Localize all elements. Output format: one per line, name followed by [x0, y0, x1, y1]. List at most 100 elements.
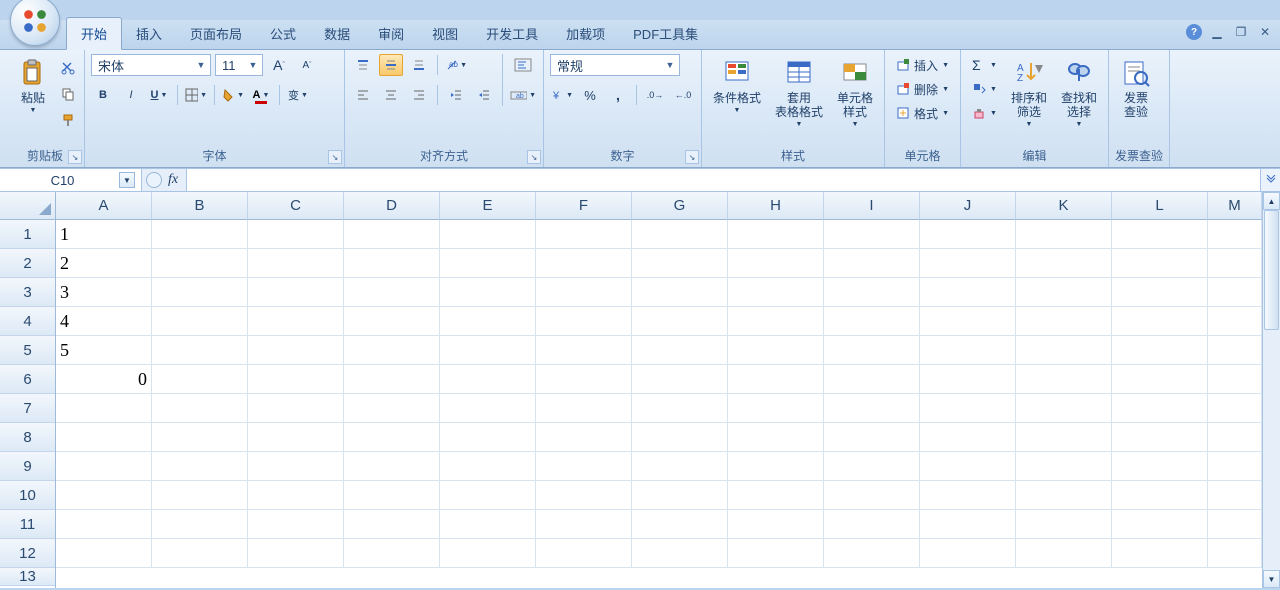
cell[interactable]: [1208, 510, 1262, 539]
cancel-formula-button[interactable]: [146, 172, 162, 188]
cell[interactable]: [248, 278, 344, 307]
cell[interactable]: [1112, 278, 1208, 307]
cell[interactable]: [632, 249, 728, 278]
scroll-down-button[interactable]: ▼: [1263, 570, 1280, 588]
cell[interactable]: [632, 307, 728, 336]
align-center-button[interactable]: [379, 84, 403, 106]
cell[interactable]: [440, 307, 536, 336]
cell[interactable]: [728, 394, 824, 423]
cell[interactable]: [1208, 394, 1262, 423]
cell[interactable]: [56, 539, 152, 568]
cell[interactable]: [920, 336, 1016, 365]
cell[interactable]: [344, 220, 440, 249]
cell[interactable]: [248, 481, 344, 510]
col-header[interactable]: L: [1112, 192, 1208, 220]
cell[interactable]: [248, 249, 344, 278]
cell[interactable]: [1016, 423, 1112, 452]
col-header[interactable]: E: [440, 192, 536, 220]
cell[interactable]: [344, 423, 440, 452]
cell[interactable]: [56, 510, 152, 539]
increase-decimal-button[interactable]: .0→: [643, 84, 667, 106]
cell[interactable]: [56, 452, 152, 481]
cell[interactable]: [632, 452, 728, 481]
scroll-thumb[interactable]: [1264, 210, 1279, 330]
cell[interactable]: [248, 220, 344, 249]
cell[interactable]: [824, 539, 920, 568]
tab-insert[interactable]: 插入: [122, 18, 176, 49]
row-header[interactable]: 2: [0, 249, 55, 278]
cell[interactable]: [1112, 510, 1208, 539]
cell[interactable]: [632, 394, 728, 423]
cell[interactable]: [536, 220, 632, 249]
cell[interactable]: [536, 278, 632, 307]
row-header[interactable]: 4: [0, 307, 55, 336]
cell[interactable]: [440, 423, 536, 452]
cell[interactable]: [824, 423, 920, 452]
tab-addins[interactable]: 加载项: [552, 18, 619, 49]
insert-cells-button[interactable]: 插入▼: [891, 54, 954, 76]
cell[interactable]: [152, 307, 248, 336]
cut-button[interactable]: [58, 58, 78, 78]
cell[interactable]: [920, 394, 1016, 423]
row-header[interactable]: 1: [0, 220, 55, 249]
cell[interactable]: [728, 336, 824, 365]
cell[interactable]: [1016, 510, 1112, 539]
bold-button[interactable]: B: [91, 84, 115, 106]
cell[interactable]: [728, 510, 824, 539]
cell[interactable]: [152, 539, 248, 568]
row-header[interactable]: 11: [0, 510, 55, 539]
copy-button[interactable]: [58, 84, 78, 104]
cell[interactable]: [1112, 249, 1208, 278]
cell[interactable]: [1208, 365, 1262, 394]
cell[interactable]: [728, 423, 824, 452]
cell[interactable]: [1016, 394, 1112, 423]
close-window-button[interactable]: ✕: [1256, 24, 1274, 40]
cell[interactable]: [920, 452, 1016, 481]
cell[interactable]: [728, 220, 824, 249]
cell[interactable]: [152, 336, 248, 365]
decrease-indent-button[interactable]: [444, 84, 468, 106]
cell[interactable]: [824, 481, 920, 510]
cell[interactable]: [632, 423, 728, 452]
tab-home[interactable]: 开始: [66, 17, 122, 50]
decrease-decimal-button[interactable]: ←.0: [671, 84, 695, 106]
cell[interactable]: [536, 510, 632, 539]
formula-input[interactable]: [186, 169, 1260, 191]
cell[interactable]: [920, 481, 1016, 510]
tab-developer[interactable]: 开发工具: [472, 18, 552, 49]
cell[interactable]: 5: [56, 336, 152, 365]
cell[interactable]: [1112, 423, 1208, 452]
cell[interactable]: [344, 510, 440, 539]
font-dialog-launcher[interactable]: ↘: [328, 150, 342, 164]
number-format-combo[interactable]: 常规▼: [550, 54, 680, 76]
cell[interactable]: [440, 278, 536, 307]
cell[interactable]: [728, 365, 824, 394]
cell[interactable]: [632, 278, 728, 307]
cell[interactable]: [824, 336, 920, 365]
cell[interactable]: [1208, 423, 1262, 452]
cell[interactable]: [1016, 278, 1112, 307]
cell[interactable]: [1112, 481, 1208, 510]
paste-button[interactable]: 粘贴 ▼: [12, 54, 54, 117]
clear-button[interactable]: ▼: [967, 102, 1002, 124]
wrap-text-button[interactable]: [509, 54, 537, 76]
cell[interactable]: [920, 307, 1016, 336]
align-top-button[interactable]: [351, 54, 375, 76]
cell[interactable]: [728, 278, 824, 307]
cell[interactable]: [248, 452, 344, 481]
cell[interactable]: [248, 365, 344, 394]
cell[interactable]: [1208, 220, 1262, 249]
font-color-button[interactable]: A▼: [249, 84, 273, 106]
alignment-dialog-launcher[interactable]: ↘: [527, 150, 541, 164]
italic-button[interactable]: I: [119, 84, 143, 106]
grow-font-button[interactable]: Aˆ: [267, 54, 291, 76]
tab-page-layout[interactable]: 页面布局: [176, 18, 256, 49]
cell[interactable]: [344, 365, 440, 394]
format-as-table-button[interactable]: 套用 表格格式▼: [770, 54, 828, 131]
row-header[interactable]: 12: [0, 539, 55, 568]
cell[interactable]: [536, 336, 632, 365]
cell[interactable]: [248, 423, 344, 452]
restore-window-button[interactable]: ❐: [1232, 24, 1250, 40]
cell[interactable]: [920, 249, 1016, 278]
percent-button[interactable]: %: [578, 84, 602, 106]
